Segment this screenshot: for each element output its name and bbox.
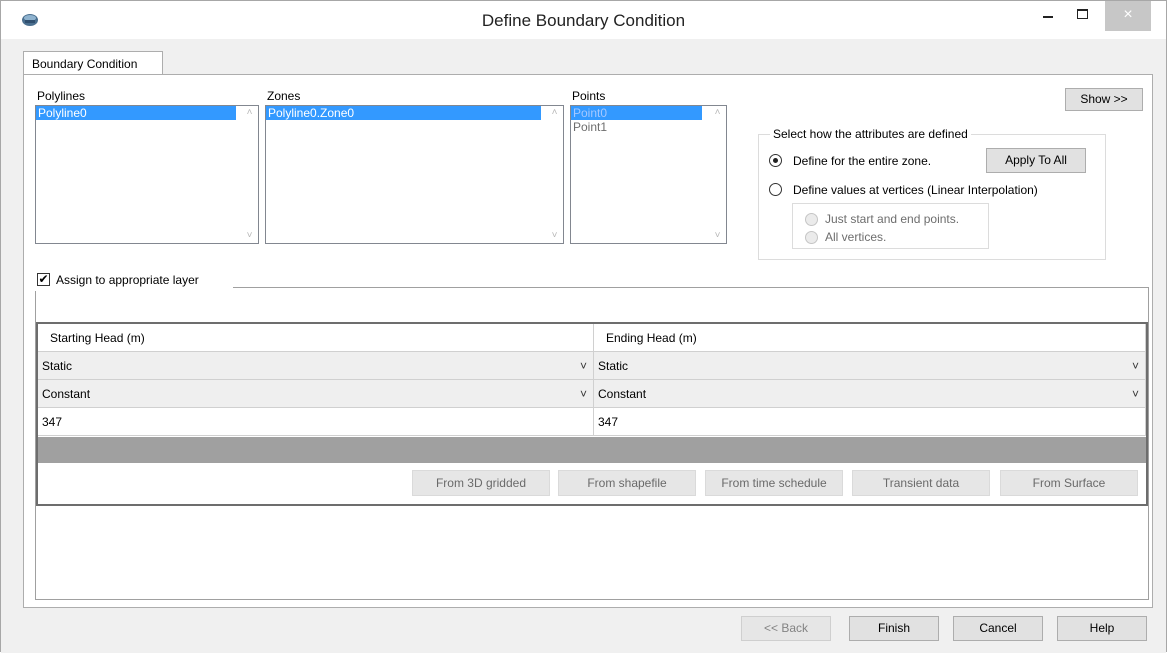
start-end-label[interactable]: Just start and end points. — [825, 212, 959, 226]
list-item[interactable]: Point0 — [571, 106, 702, 120]
polylines-label: Polylines — [37, 89, 86, 103]
ending-mode-value: Constant — [598, 387, 647, 401]
chevron-down-icon[interactable]: ˅ — [546, 230, 563, 241]
ending-mode-combo[interactable]: Constant ˅ — [594, 380, 1146, 408]
grid-empty-row — [38, 437, 1146, 463]
polylines-scrollbar[interactable]: ˄ ˅ — [241, 106, 258, 243]
apply-to-all-button[interactable]: Apply To All — [986, 148, 1086, 173]
chevron-down-icon[interactable]: ˅ — [1132, 352, 1139, 380]
close-button[interactable]: × — [1105, 1, 1151, 31]
zones-label: Zones — [267, 89, 301, 103]
column-header-ending-head[interactable]: Ending Head (m) — [594, 324, 1146, 352]
define-boundary-condition-dialog: Define Boundary Condition × Boundary Con… — [0, 0, 1167, 653]
window-title: Define Boundary Condition — [481, 11, 686, 30]
vertices-radio[interactable] — [769, 183, 782, 196]
all-vertices-label[interactable]: All vertices. — [825, 230, 886, 244]
chevron-down-icon[interactable]: ˅ — [580, 380, 587, 408]
tab-boundary-condition[interactable]: Boundary Condition — [23, 51, 163, 75]
ending-type-value: Static — [598, 359, 629, 373]
help-button[interactable]: Help — [1057, 616, 1147, 641]
all-vertices-radio[interactable] — [805, 231, 818, 244]
start-end-radio[interactable] — [805, 213, 818, 226]
head-grid: Starting Head (m) Ending Head (m) Static… — [36, 322, 1148, 506]
maximize-icon — [1076, 9, 1088, 19]
starting-mode-value: Constant — [42, 387, 91, 401]
minimize-button[interactable] — [1033, 1, 1063, 31]
finish-button[interactable]: Finish — [849, 616, 939, 641]
zones-list[interactable]: Polyline0.Zone0 ˄ ˅ — [265, 105, 564, 244]
from-shapefile-button[interactable]: From shapefile — [558, 470, 696, 496]
attributes-group-title: Select how the attributes are defined — [770, 127, 971, 141]
zones-scrollbar[interactable]: ˄ ˅ — [546, 106, 563, 243]
chevron-up-icon[interactable]: ˄ — [241, 107, 258, 118]
cancel-button[interactable]: Cancel — [953, 616, 1043, 641]
chevron-up-icon[interactable]: ˄ — [709, 107, 726, 118]
points-list[interactable]: Point0 Point1 ˄ ˅ — [570, 105, 727, 244]
title-bar: Define Boundary Condition × — [1, 1, 1166, 39]
chevron-down-icon[interactable]: ˅ — [709, 230, 726, 241]
transient-data-button[interactable]: Transient data — [852, 470, 990, 496]
maximize-button[interactable] — [1067, 1, 1097, 31]
chevron-down-icon[interactable]: ˅ — [580, 352, 587, 380]
chevron-up-icon[interactable]: ˄ — [546, 107, 563, 118]
from-3d-gridded-button[interactable]: From 3D gridded — [412, 470, 550, 496]
show-button[interactable]: Show >> — [1065, 88, 1143, 111]
chevron-down-icon[interactable]: ˅ — [241, 230, 258, 241]
from-surface-button[interactable]: From Surface — [1000, 470, 1138, 496]
minimize-icon — [1043, 16, 1053, 18]
column-header-starting-head[interactable]: Starting Head (m) — [38, 324, 594, 352]
points-label: Points — [572, 89, 606, 103]
vertices-subgroup — [792, 203, 989, 249]
back-button[interactable]: << Back — [741, 616, 831, 641]
ending-head-value-cell[interactable]: 347 — [594, 408, 1146, 436]
polylines-list[interactable]: Polyline0 ˄ ˅ — [35, 105, 259, 244]
check-icon: ✔ — [38, 272, 49, 286]
list-item[interactable]: Polyline0.Zone0 — [266, 106, 541, 120]
from-time-schedule-button[interactable]: From time schedule — [705, 470, 843, 496]
starting-type-value: Static — [42, 359, 73, 373]
list-item[interactable]: Point1 — [571, 120, 702, 134]
points-scrollbar[interactable]: ˄ ˅ — [709, 106, 726, 243]
chevron-down-icon[interactable]: ˅ — [1132, 380, 1139, 408]
assign-layer-checkbox[interactable]: ✔ — [37, 273, 50, 286]
entire-zone-label[interactable]: Define for the entire zone. — [793, 154, 931, 168]
starting-type-combo[interactable]: Static ˅ — [38, 352, 594, 380]
entire-zone-radio[interactable] — [769, 154, 782, 167]
assign-layer-label[interactable]: Assign to appropriate layer — [56, 273, 199, 287]
close-icon: × — [1123, 6, 1133, 23]
starting-mode-combo[interactable]: Constant ˅ — [38, 380, 594, 408]
ending-type-combo[interactable]: Static ˅ — [594, 352, 1146, 380]
starting-head-value-cell[interactable]: 347 — [38, 408, 594, 436]
list-item[interactable]: Polyline0 — [36, 106, 236, 120]
vertices-label[interactable]: Define values at vertices (Linear Interp… — [793, 183, 1038, 197]
